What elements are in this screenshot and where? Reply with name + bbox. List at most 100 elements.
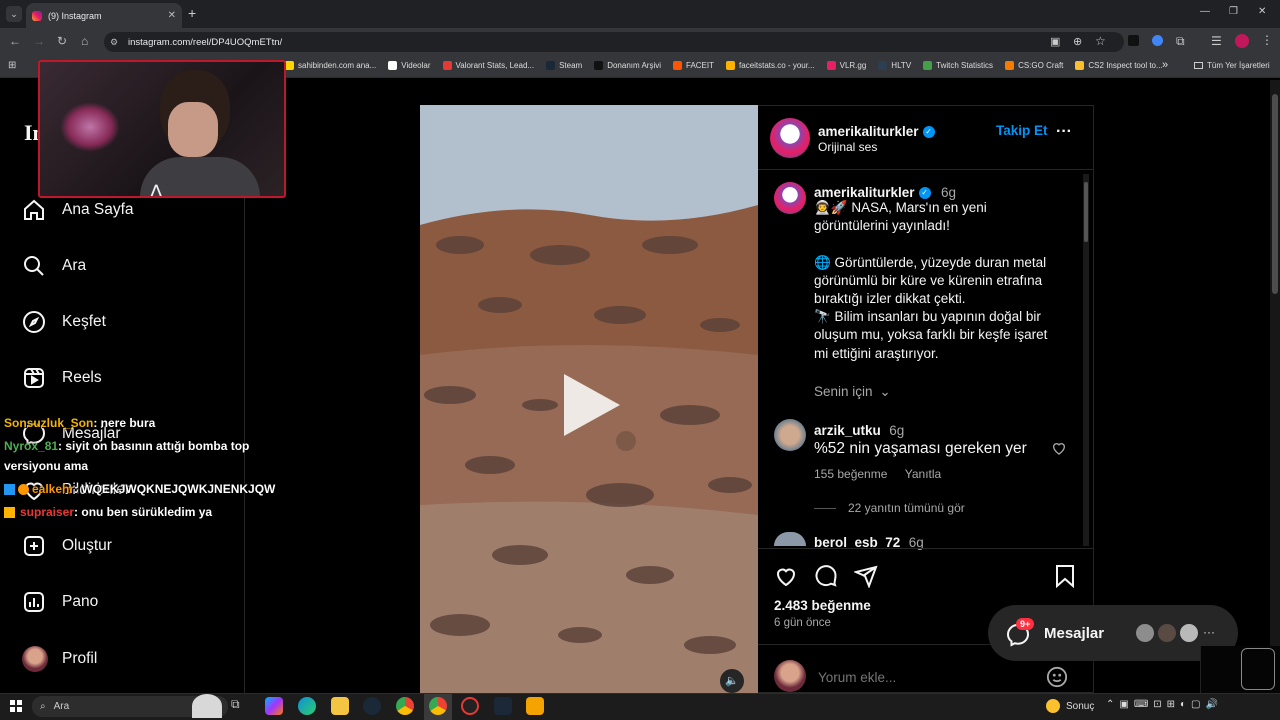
bookmark-star-icon[interactable]: ☆ [1095, 34, 1106, 48]
reply-button[interactable]: Yanıtla [905, 467, 941, 481]
mute-button[interactable]: 🔈 [720, 669, 744, 693]
address-bar[interactable]: instagram.com/reel/DP4UOQmETtn/ [104, 32, 1124, 52]
like-button[interactable] [774, 564, 798, 588]
bookmark-item[interactable]: Steam [546, 61, 582, 70]
copilot-icon[interactable] [265, 697, 283, 715]
task-view-icon[interactable]: ⧉ [231, 697, 249, 715]
system-tray-icons[interactable]: ⌃▣⌨⊡⊞◐▢🔊 [1106, 699, 1223, 710]
reel-video[interactable]: 🔈 [420, 105, 758, 693]
extension-icon[interactable] [1152, 35, 1163, 46]
comments-scrollbar[interactable] [1083, 174, 1089, 546]
plus-icon [24, 536, 44, 556]
close-tab-icon[interactable]: ✕ [168, 10, 176, 21]
avatar[interactable] [774, 532, 806, 546]
follow-button[interactable]: Takip Et [996, 123, 1048, 138]
bookmark-item[interactable]: Donanım Arşivi [594, 61, 661, 70]
more-options-icon[interactable]: ··· [1056, 123, 1072, 141]
avatar [1178, 622, 1200, 644]
sidebar-item-label: Keşfet [62, 313, 106, 330]
obs-icon[interactable] [461, 697, 479, 715]
profile-avatar-icon[interactable] [1235, 34, 1249, 48]
author-username[interactable]: amerikaliturkler [818, 124, 919, 139]
all-bookmarks-folder[interactable]: Tüm Yer İşaretleri [1194, 61, 1270, 70]
bookmark-label: FACEIT [686, 61, 715, 70]
bookmark-item[interactable]: Valorant Stats, Lead... [442, 61, 534, 70]
for-you-dropdown[interactable]: Senin için ⌄ [814, 384, 891, 400]
scrollbar-thumb[interactable] [1272, 94, 1278, 294]
app-icon[interactable] [526, 697, 544, 715]
reading-list-icon[interactable]: ☰ [1211, 34, 1222, 48]
bookmark-item[interactable]: VLR.gg [826, 61, 866, 70]
bookmark-item[interactable]: CS:GO Craft [1005, 61, 1063, 70]
caption-author-username[interactable]: amerikaliturkler [814, 185, 915, 200]
author-avatar[interactable] [770, 118, 810, 158]
menu-kebab-icon[interactable]: ⋮ [1261, 33, 1273, 47]
scrollbar-thumb[interactable] [1084, 182, 1088, 242]
cast-icon[interactable]: ▣ [1050, 35, 1060, 48]
weather-label[interactable]: Sonuç [1066, 701, 1094, 712]
home-browser-icon[interactable]: ⌂ [81, 34, 88, 48]
steam-app-icon[interactable] [494, 697, 512, 715]
view-replies-button[interactable]: 22 yanıtın tümünü gör [814, 501, 965, 515]
sidebar-item-dashboard[interactable]: Pano [22, 590, 98, 614]
reload-icon[interactable]: ↻ [57, 34, 67, 48]
restore-button[interactable]: ❐ [1229, 6, 1238, 17]
comment-button[interactable] [814, 564, 838, 588]
bookmark-item[interactable]: Twitch Statistics [923, 61, 993, 70]
sidebar-item-create[interactable]: Oluştur [22, 534, 112, 558]
for-you-label: Senin için [814, 384, 873, 399]
sidebar-item-profile[interactable]: Profil [22, 646, 97, 672]
page-scrollbar[interactable] [1270, 80, 1280, 693]
bookmark-item[interactable]: Videolar [388, 61, 431, 70]
caption-author-avatar[interactable] [774, 182, 806, 214]
minimize-button[interactable]: — [1200, 6, 1210, 17]
audio-label[interactable]: Orijinal ses [818, 140, 877, 154]
bookmark-item[interactable]: HLTV [878, 61, 911, 70]
chrome-icon[interactable] [396, 697, 414, 715]
verified-badge-icon: ✓ [918, 186, 931, 199]
bookmark-item[interactable]: sahibinden.com ana... [285, 61, 376, 70]
windows-start-icon[interactable] [10, 700, 22, 712]
new-tab-button[interactable]: + [188, 5, 196, 21]
extensions-puzzle-icon[interactable]: ⧉ [1176, 34, 1185, 49]
bookmarks-overflow-button[interactable]: » [1162, 59, 1168, 71]
avatar [774, 660, 806, 692]
comment-like-button[interactable] [1051, 440, 1067, 456]
extension-icon[interactable] [1128, 35, 1139, 46]
bookmark-item[interactable]: CS2 Inspect tool to... [1075, 61, 1163, 70]
bookmark-favicon-icon [594, 61, 604, 70]
comment-username[interactable]: arzik_utku [814, 423, 881, 438]
bookmark-item[interactable]: FACEIT [673, 61, 714, 70]
sidebar-item-explore[interactable]: Keşfet [22, 310, 106, 334]
chat-line: supraiser: onu ben sürükledim ya [4, 505, 212, 519]
play-button[interactable] [560, 370, 624, 440]
taskbar-active-app[interactable] [424, 694, 452, 720]
save-button[interactable] [1054, 564, 1076, 588]
bookmark-item[interactable]: faceitstats.co - your... [726, 61, 815, 70]
tab-list-button[interactable]: ⌄ [6, 6, 22, 22]
back-icon[interactable]: ← [9, 34, 21, 48]
emoji-button[interactable] [1046, 666, 1068, 688]
avatar[interactable] [774, 419, 806, 451]
comment-likes[interactable]: 155 beğenme [814, 467, 887, 481]
edge-icon[interactable] [298, 697, 316, 715]
stream-corner-overlay [1200, 646, 1280, 693]
like-count[interactable]: 2.483 beğenme [774, 598, 871, 613]
post-date: 6 gün önce [774, 617, 831, 629]
forward-icon[interactable]: → [33, 34, 45, 48]
sidebar-item-home[interactable]: Ana Sayfa [22, 198, 134, 222]
weather-icon[interactable] [1046, 699, 1060, 713]
steam-icon[interactable] [363, 697, 381, 715]
sidebar-item-reels[interactable]: Reels [22, 366, 102, 390]
zoom-icon[interactable]: ⊕ [1073, 35, 1082, 48]
file-explorer-icon[interactable] [331, 697, 349, 715]
share-button[interactable] [854, 564, 878, 588]
comment-header: arzik_utku 6g [814, 422, 904, 440]
badge-icon [18, 484, 29, 496]
apps-grid-icon[interactable]: ⊞ [8, 60, 16, 71]
site-info-icon[interactable]: ⚙ [110, 37, 118, 48]
sidebar-item-search[interactable]: Ara [22, 254, 86, 278]
close-window-button[interactable]: ✕ [1258, 6, 1266, 17]
comment-input[interactable] [818, 668, 1018, 686]
browser-tab[interactable]: (9) Instagram ✕ [26, 3, 182, 28]
